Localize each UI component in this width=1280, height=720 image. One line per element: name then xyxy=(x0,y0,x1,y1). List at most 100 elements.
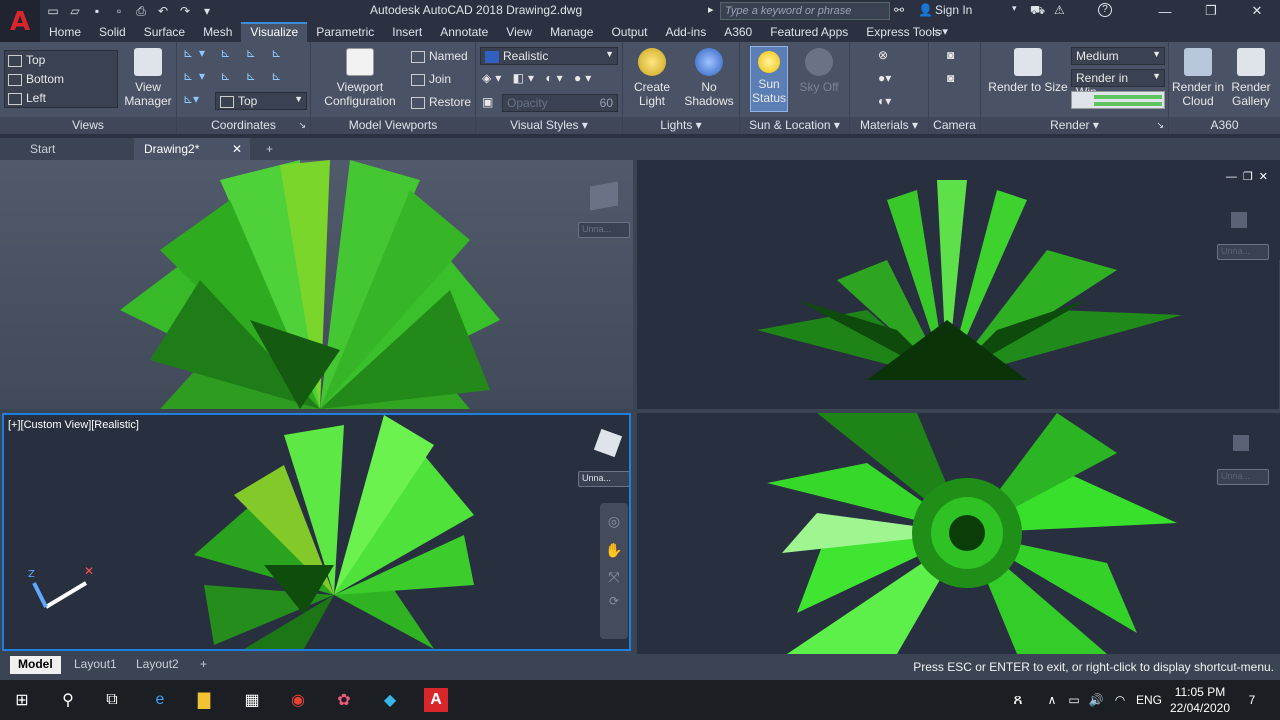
panel-launcher-icon[interactable]: ↘ xyxy=(298,117,306,134)
volume-icon[interactable]: 🔊 xyxy=(1084,688,1108,712)
lights-panel-label[interactable]: Lights ▾ xyxy=(623,117,739,134)
app-icon[interactable]: ✿ xyxy=(332,688,356,712)
render-panel-label[interactable]: Render ▾ ↘ xyxy=(981,117,1168,134)
tab-surface[interactable]: Surface xyxy=(135,22,194,42)
face-color-icon[interactable]: ◐▾ xyxy=(545,71,566,85)
autocad-taskbar-icon[interactable]: A xyxy=(424,688,448,712)
close-icon[interactable]: ✕ xyxy=(1234,0,1280,22)
ucs-icons-row2[interactable]: ⊾▾ ⊾ ⊾ ⊾ xyxy=(183,69,287,83)
viewport-bottom-right[interactable]: Unna... xyxy=(637,413,1280,654)
render-in-combo[interactable]: Render in Win...▼ xyxy=(1071,69,1165,99)
cart-icon[interactable]: ⛟ xyxy=(1030,3,1045,19)
save-icon[interactable]: ▪ xyxy=(88,3,106,19)
ucs-icons-row1[interactable]: ⊾▾ ⊾ ⊾ ⊾ xyxy=(183,46,287,60)
viewport-window-controls[interactable]: —❐✕ xyxy=(1226,170,1274,183)
application-menu-button[interactable]: A xyxy=(0,0,40,44)
new-icon[interactable]: ▭ xyxy=(44,3,62,19)
save-as-icon[interactable]: ▫ xyxy=(110,3,128,19)
tab-add-ins[interactable]: Add-ins xyxy=(657,22,716,42)
named-viewports-button[interactable]: Named xyxy=(411,49,468,63)
layout2-tab[interactable]: Layout2 xyxy=(128,656,187,674)
view-bottom[interactable]: Bottom xyxy=(8,72,64,86)
tab-home[interactable]: Home xyxy=(40,22,90,42)
minimize-icon[interactable]: — xyxy=(1142,0,1188,22)
ucs-unnamed-dropdown[interactable]: Unna... xyxy=(578,471,629,487)
redo-icon[interactable]: ↷ xyxy=(176,3,194,19)
materials-browser-icon[interactable]: ⊗ xyxy=(878,48,888,62)
ucs-combo[interactable]: Top ▼ xyxy=(215,92,307,110)
render-gallery-button[interactable]: Render Gallery xyxy=(1225,48,1277,108)
ucs-unnamed-dropdown[interactable]: Unna... xyxy=(1217,469,1269,485)
binoculars-icon[interactable]: ⚯ xyxy=(894,3,904,17)
pan-hand-icon[interactable]: ✋ xyxy=(600,542,628,559)
sun-location-panel-label[interactable]: Sun & Location ▾ xyxy=(740,117,849,134)
tab-view[interactable]: View xyxy=(497,22,541,42)
sun-status-button[interactable]: Sun Status xyxy=(750,46,788,112)
tab-insert[interactable]: Insert xyxy=(383,22,431,42)
new-tab-icon[interactable]: + xyxy=(256,138,283,160)
file-explorer-icon[interactable]: ▇ xyxy=(192,688,216,712)
close-tab-icon[interactable]: ✕ xyxy=(232,142,242,156)
edge-effects-icon[interactable]: ◈▾ xyxy=(482,71,505,85)
layout1-tab[interactable]: Layout1 xyxy=(66,656,125,674)
network-icon[interactable]: ▭ xyxy=(1062,688,1086,712)
tab-a360[interactable]: A360 xyxy=(715,22,761,42)
render-in-cloud-button[interactable]: Render in Cloud xyxy=(1171,48,1225,108)
viewport-top-left[interactable]: Unna... xyxy=(0,160,633,409)
tab-mesh[interactable]: Mesh xyxy=(194,22,241,42)
viewcube[interactable] xyxy=(584,178,624,218)
zoom-extents-icon[interactable]: ⤧ xyxy=(600,569,628,586)
search-expand-icon[interactable]: ▸ xyxy=(708,3,714,16)
calculator-icon[interactable]: ▦ xyxy=(240,688,264,712)
camera-display-icon[interactable]: ◙ xyxy=(947,71,954,85)
viewport-top-right[interactable]: —❐✕ Unna... xyxy=(637,160,1280,409)
tab-visualize[interactable]: Visualize xyxy=(241,22,308,42)
sign-in-button[interactable]: Sign In xyxy=(935,3,972,17)
panel-launcher-icon[interactable]: ↘ xyxy=(1156,117,1164,134)
restore-viewports-button[interactable]: Restore xyxy=(411,95,471,109)
tab-output[interactable]: Output xyxy=(602,22,656,42)
shadows-icon[interactable]: ◧▾ xyxy=(513,71,538,85)
material-attach-icon[interactable]: ◐▾ xyxy=(878,94,891,108)
steering-wheel-icon[interactable]: ◎ xyxy=(600,513,628,530)
view-manager-button[interactable]: View Manager xyxy=(122,48,174,108)
tab-manage[interactable]: Manage xyxy=(541,22,602,42)
search-icon[interactable]: ⚲ xyxy=(56,688,80,712)
customize-qat-icon[interactable]: ▾ xyxy=(198,3,216,19)
drawing-tab[interactable]: Drawing2* ✕ xyxy=(134,138,250,160)
render-to-size-button[interactable]: Render to Size xyxy=(985,48,1071,94)
sky-off-button[interactable]: Sky Off xyxy=(792,48,846,94)
no-shadows-button[interactable]: No Shadows xyxy=(681,48,737,108)
edge-browser-icon[interactable]: e xyxy=(148,688,172,712)
orbit-icon[interactable]: ⟳ xyxy=(600,594,628,608)
visual-styles-panel-label[interactable]: Visual Styles ▾ xyxy=(476,117,622,134)
create-camera-icon[interactable]: ◙ xyxy=(947,48,954,62)
viewcube[interactable] xyxy=(1219,200,1259,240)
opacity-slider[interactable]: Opacity 60 xyxy=(502,94,618,112)
plot-icon[interactable]: ⎙ xyxy=(132,3,150,19)
viewcube[interactable] xyxy=(588,423,628,463)
materials-panel-label[interactable]: Materials ▾ xyxy=(850,117,928,134)
connect-icon[interactable]: ⚠ xyxy=(1054,3,1065,17)
notifications-icon[interactable]: 7 xyxy=(1240,688,1264,712)
system-clock[interactable]: 11:05 PM 22/04/2020 xyxy=(1170,684,1230,716)
join-viewports-button[interactable]: Join xyxy=(411,72,451,86)
restore-icon[interactable]: ❐ xyxy=(1188,0,1234,22)
viewcube[interactable] xyxy=(1221,423,1261,463)
open-icon[interactable]: ▱ xyxy=(66,3,84,19)
model-tab[interactable]: Model xyxy=(10,656,61,674)
render-quality-combo[interactable]: Medium ▼ xyxy=(1071,47,1165,65)
windows-start-icon[interactable]: ⊞ xyxy=(10,688,34,712)
materials-mapping-icon[interactable]: ●▾ xyxy=(878,71,891,85)
add-layout-icon[interactable]: + xyxy=(192,656,215,674)
undo-icon[interactable]: ↶ xyxy=(154,3,172,19)
show-hidden-icons[interactable]: ∧ xyxy=(1040,688,1064,712)
ribbon-minimize-icon[interactable]: ▭▾ xyxy=(932,25,948,38)
tab-solid[interactable]: Solid xyxy=(90,22,135,42)
tab-featured-apps[interactable]: Featured Apps xyxy=(761,22,857,42)
viewport-bottom-left-active[interactable]: [+][Custom View][Realistic] ✕ Z Unna... … xyxy=(2,413,631,651)
ucs-unnamed-dropdown[interactable]: Unna... xyxy=(578,222,630,238)
create-light-button[interactable]: Create Light xyxy=(627,48,677,108)
ucs-unnamed-dropdown[interactable]: Unna... xyxy=(1217,244,1269,260)
language-indicator[interactable]: ENG xyxy=(1134,688,1164,712)
